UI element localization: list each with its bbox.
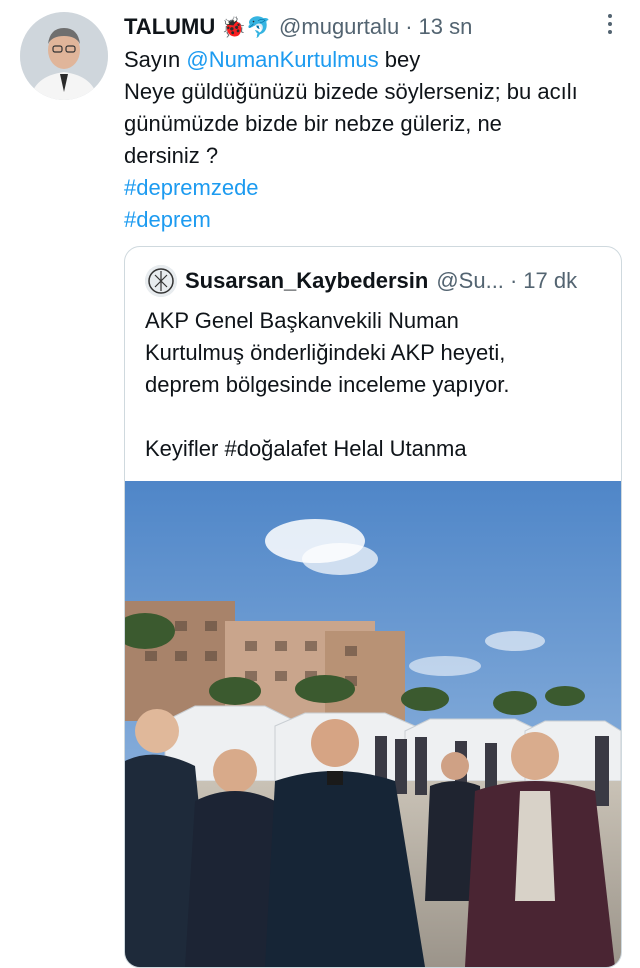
author-handle[interactable]: @mugurtalu: [279, 14, 399, 40]
hashtag-deprem[interactable]: #deprem: [124, 204, 624, 236]
text-suffix: bey: [378, 47, 421, 72]
tweet-header: TALUMU 🐞🐬 @mugurtalu · 13 sn: [124, 10, 620, 44]
quoted-tweet-card[interactable]: Susarsan_Kaybedersin @Su... · 17 dk AKP …: [124, 246, 622, 968]
quoted-tweet-time[interactable]: 17 dk: [523, 268, 577, 294]
quoted-author-name[interactable]: Susarsan_Kaybedersin: [185, 268, 428, 294]
mention-link[interactable]: @NumanKurtulmus: [186, 47, 378, 72]
avatar-portrait: [20, 12, 108, 100]
hashtag-depremzede[interactable]: #depremzede: [124, 172, 624, 204]
more-dots-icon[interactable]: [602, 10, 618, 38]
quoted-separator-dot: ·: [509, 268, 518, 293]
tweet-text: Sayın @NumanKurtulmus bey Neye güldüğünü…: [124, 44, 624, 236]
quoted-tweet-text-2: Keyifler #doğalafet Helal Utanma: [145, 433, 615, 465]
quoted-line-1: AKP Genel Başkanvekili Numan: [145, 308, 459, 333]
tweet-line-4: dersiniz ?: [124, 143, 219, 168]
quoted-avatar-graphic: [145, 265, 177, 297]
user-avatar[interactable]: [20, 12, 108, 100]
quoted-line-2: Kurtulmuş önderliğindeki AKP heyeti,: [145, 340, 506, 365]
author-name[interactable]: TALUMU: [124, 14, 215, 40]
separator-dot: ·: [405, 14, 413, 39]
tweet-photo[interactable]: [125, 481, 621, 967]
tweet-line-3: günümüzde bizde bir nebze güleriz, ne: [124, 111, 502, 136]
quoted-line-4: Keyifler #doğalafet Helal Utanma: [145, 436, 467, 461]
tweet-line-1: Sayın @NumanKurtulmus bey: [124, 44, 624, 76]
quoted-author-handle[interactable]: @Su...: [436, 268, 504, 294]
author-emojis: 🐞🐬: [221, 16, 272, 39]
quoted-tweet-header: Susarsan_Kaybedersin @Su... · 17 dk: [185, 265, 603, 297]
text-prefix: Sayın: [124, 47, 187, 72]
tweet-line-2: Neye güldüğünüzü bizede söylerseniz; bu …: [124, 79, 578, 104]
quoted-line-3: deprem bölgesinde inceleme yapıyor.: [145, 372, 510, 397]
quoted-user-avatar[interactable]: [145, 265, 177, 297]
quoted-tweet-text: AKP Genel Başkanvekili Numan Kurtulmuş ö…: [145, 305, 615, 401]
tweet-time[interactable]: 13 sn: [419, 14, 473, 40]
